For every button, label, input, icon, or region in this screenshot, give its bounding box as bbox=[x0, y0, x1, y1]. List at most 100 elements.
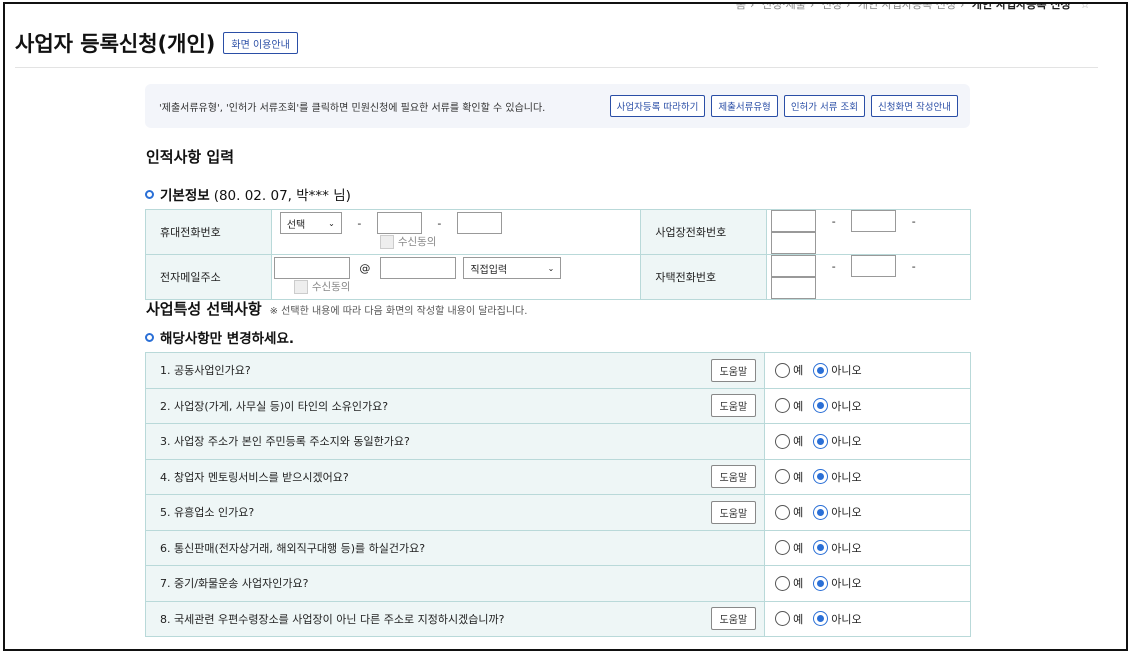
radio-icon bbox=[775, 611, 791, 627]
radio-icon bbox=[775, 469, 791, 485]
question-text: 8. 국세관련 우편수령장소를 사업장이 아닌 다른 주소로 지정하시겠습니까? bbox=[160, 612, 505, 626]
follow-guide-button[interactable]: 사업자등록 따라하기 bbox=[609, 95, 706, 117]
page-title: 사업자 등록신청(개인) bbox=[15, 32, 216, 56]
basic-info-title: 기본정보 (80. 02. 07, 박*** 님) bbox=[145, 184, 351, 204]
breadcrumb-item[interactable]: 개인 사업자등록 신청 bbox=[858, 4, 956, 11]
business-subtitle: 해당사항만 변경하세요. bbox=[145, 327, 294, 347]
question-row: 6. 통신판매(전자상거래, 해외직구대행 등)를 하실건가요? 예 아니오 bbox=[144, 529, 971, 566]
business-questions-table: 1. 공동사업인가요? 도움말 예 아니오 2. 사업장(가게, 사무실 등)이 타인의… bbox=[144, 352, 971, 637]
business-section-header: 사업특성 선택사항 ※ 선택한 내용에 따라 다음 화면의 작성할 내용이 달라… bbox=[146, 298, 527, 319]
screen-guide-button[interactable]: 화면 이용안내 bbox=[223, 32, 298, 54]
question-row: 2. 사업장(가게, 사무실 등)이 타인의 소유인가요? 도움말 예 아니오 bbox=[144, 387, 971, 424]
question-text: 5. 유흥업소 인가요? bbox=[160, 506, 255, 520]
yes-radio[interactable]: 예 bbox=[775, 433, 803, 449]
question-row: 1. 공동사업인가요? 도움말 예 아니오 bbox=[144, 352, 971, 389]
no-radio[interactable]: 아니오 bbox=[813, 398, 862, 414]
help-button[interactable]: 도움말 bbox=[710, 500, 757, 524]
breadcrumb-item[interactable]: 신청 bbox=[822, 4, 842, 11]
radio-icon bbox=[775, 362, 791, 378]
chevron-down-icon: ⌄ bbox=[328, 218, 335, 228]
mobile-prefix-select[interactable]: 선택 ⌄ bbox=[279, 212, 342, 235]
no-radio[interactable]: 아니오 bbox=[813, 362, 862, 378]
permit-document-button[interactable]: 인허가 서류 조회 bbox=[783, 95, 866, 117]
biz-phone-last-input[interactable] bbox=[771, 232, 817, 254]
help-button[interactable]: 도움말 bbox=[710, 607, 757, 631]
help-button[interactable]: 도움말 bbox=[710, 394, 757, 418]
radio-icon bbox=[775, 540, 791, 556]
basic-info-detail: (80. 02. 07, 박*** 님) bbox=[213, 188, 351, 204]
help-button[interactable]: 도움말 bbox=[710, 358, 757, 382]
yes-radio[interactable]: 예 bbox=[775, 611, 803, 627]
radio-selected-icon bbox=[813, 575, 829, 591]
form-guide-button[interactable]: 신청화면 작성안내 bbox=[871, 95, 958, 117]
title-divider bbox=[15, 67, 1098, 68]
document-type-button[interactable]: 제출서류유형 bbox=[711, 95, 778, 117]
biz-phone-middle-input[interactable] bbox=[851, 210, 897, 232]
personal-section-title: 인적사항 입력 bbox=[146, 148, 235, 166]
question-row: 7. 중기/화물운송 사업자인가요? 예 아니오 bbox=[144, 565, 971, 602]
no-radio[interactable]: 아니오 bbox=[813, 504, 862, 520]
page-frame: 홈 › 신청·제출 › 신청 › 개인 사업자등록 신청 › 개인 사업자등록 신청 ☆… bbox=[3, 2, 1128, 651]
business-section-note: ※ 선택한 내용에 따라 다음 화면의 작성할 내용이 달라집니다. bbox=[269, 306, 528, 317]
question-text: 2. 사업장(가게, 사무실 등)이 타인의 소유인가요? bbox=[160, 399, 389, 413]
mobile-label: 휴대전화번호 bbox=[145, 209, 272, 255]
question-text: 4. 창업자 멘토링서비스를 받으시겠어요? bbox=[160, 470, 349, 484]
radio-icon bbox=[775, 504, 791, 520]
yes-radio[interactable]: 예 bbox=[775, 540, 803, 556]
circle-bullet-icon bbox=[145, 189, 154, 199]
biz-phone-label: 사업장전화번호 bbox=[640, 209, 768, 255]
radio-icon bbox=[775, 575, 791, 591]
yes-radio[interactable]: 예 bbox=[775, 398, 803, 414]
mobile-middle-input[interactable] bbox=[376, 212, 422, 235]
yes-radio[interactable]: 예 bbox=[775, 575, 803, 591]
no-radio[interactable]: 아니오 bbox=[813, 469, 862, 485]
personal-info-table: 휴대전화번호 선택⌄ - - 수신동의 사업장전화번호 - - 전자메일주소 bbox=[145, 209, 971, 300]
no-radio[interactable]: 아니오 bbox=[813, 611, 862, 627]
no-radio[interactable]: 아니오 bbox=[813, 540, 862, 556]
business-section-title: 사업특성 선택사항 bbox=[146, 300, 262, 318]
no-radio[interactable]: 아니오 bbox=[813, 575, 862, 591]
question-text: 6. 통신판매(전자상거래, 해외직구대행 등)를 하실건가요? bbox=[160, 541, 426, 555]
help-button[interactable]: 도움말 bbox=[710, 465, 757, 489]
radio-selected-icon bbox=[813, 469, 829, 485]
yes-radio[interactable]: 예 bbox=[775, 362, 803, 378]
home-phone-last-input[interactable] bbox=[771, 277, 817, 299]
question-row: 5. 유흥업소 인가요? 도움말 예 아니오 bbox=[144, 494, 971, 531]
breadcrumb-current: 개인 사업자등록 신청 bbox=[971, 2, 1071, 11]
radio-icon bbox=[775, 433, 791, 449]
home-phone-middle-input[interactable] bbox=[851, 255, 897, 277]
breadcrumb-home[interactable]: 홈 bbox=[736, 4, 746, 11]
email-domain-select[interactable]: 직접입력 ⌄ bbox=[463, 257, 562, 280]
question-text: 3. 사업장 주소가 본인 주민등록 주소지와 동일한가요? bbox=[160, 435, 410, 449]
email-id-input[interactable] bbox=[273, 257, 350, 280]
home-phone-label: 자택전화번호 bbox=[640, 254, 768, 300]
chevron-down-icon: ⌄ bbox=[547, 263, 555, 273]
mobile-consent-checkbox[interactable]: 수신동의 bbox=[379, 234, 436, 249]
info-box: '제출서류유형', '인허가 서류조회'를 클릭하면 민원신청에 필요한 서류를… bbox=[145, 84, 970, 128]
star-icon[interactable]: ☆ bbox=[1080, 4, 1090, 11]
breadcrumb: 홈 › 신청·제출 › 신청 › 개인 사업자등록 신청 › 개인 사업자등록 신청 ☆ bbox=[732, 2, 1090, 12]
email-consent-checkbox[interactable]: 수신동의 bbox=[293, 279, 350, 294]
question-row: 8. 국세관련 우편수령장소를 사업장이 아닌 다른 주소로 지정하시겠습니까?… bbox=[144, 600, 971, 637]
radio-selected-icon bbox=[813, 362, 829, 378]
question-text: 7. 중기/화물운송 사업자인가요? bbox=[160, 577, 309, 591]
mobile-last-input[interactable] bbox=[456, 212, 502, 235]
email-domain-input[interactable] bbox=[379, 257, 456, 280]
radio-icon bbox=[775, 398, 791, 414]
email-label: 전자메일주소 bbox=[145, 254, 272, 300]
radio-selected-icon bbox=[813, 504, 829, 520]
question-text: 1. 공동사업인가요? bbox=[160, 364, 251, 378]
question-row: 4. 창업자 멘토링서비스를 받으시겠어요? 도움말 예 아니오 bbox=[144, 458, 971, 495]
radio-selected-icon bbox=[813, 540, 829, 556]
radio-selected-icon bbox=[813, 611, 829, 627]
circle-bullet-icon bbox=[145, 332, 154, 342]
yes-radio[interactable]: 예 bbox=[775, 469, 803, 485]
home-phone-area-input[interactable] bbox=[771, 255, 817, 277]
radio-selected-icon bbox=[813, 398, 829, 414]
no-radio[interactable]: 아니오 bbox=[813, 433, 862, 449]
info-text: '제출서류유형', '인허가 서류조회'를 클릭하면 민원신청에 필요한 서류를… bbox=[159, 102, 546, 114]
yes-radio[interactable]: 예 bbox=[775, 504, 803, 520]
biz-phone-area-input[interactable] bbox=[771, 210, 817, 232]
question-row: 3. 사업장 주소가 본인 주민등록 주소지와 동일한가요? 예 아니오 bbox=[144, 423, 971, 460]
breadcrumb-item[interactable]: 신청·제출 bbox=[762, 4, 806, 11]
